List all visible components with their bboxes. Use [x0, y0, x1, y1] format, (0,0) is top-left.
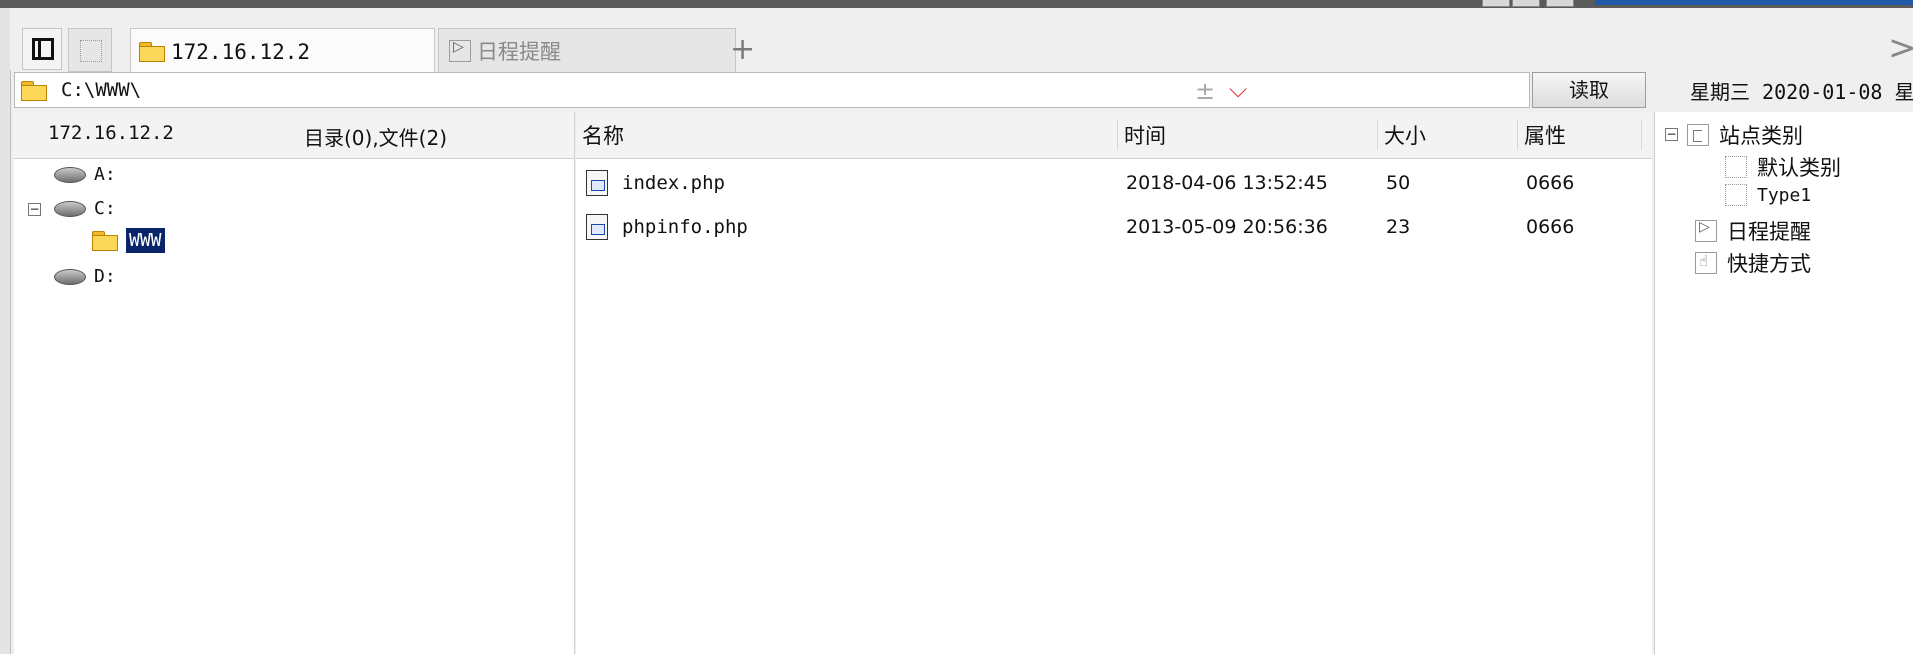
file-name: index.php	[622, 172, 725, 194]
collapse-toggle[interactable]: −	[1665, 128, 1678, 141]
file-row[interactable]: index.php 2018-04-06 13:52:45 50 0666	[576, 166, 1652, 202]
chevron-down-icon[interactable]: ⌵	[1229, 75, 1247, 103]
blank-page-icon	[80, 40, 102, 62]
minimize-button[interactable]	[1482, 0, 1510, 7]
file-time: 2018-04-06 13:52:45	[1126, 172, 1328, 194]
date-display: 星期三 2020-01-08 星	[1690, 80, 1913, 104]
drive-label: C:	[94, 198, 116, 219]
site-tree-item-label: 快捷方式	[1727, 252, 1811, 276]
file-list: 名称 时间 大小 属性 index.php 2018-04-06 13:52:4…	[576, 112, 1652, 654]
directory-tree: 172.16.12.2 目录(0),文件(2) A: − C: WWW D:	[14, 112, 575, 654]
drive-label: D:	[94, 266, 116, 287]
tree-item-drive-a[interactable]: A:	[54, 164, 116, 185]
hand-icon	[1695, 252, 1717, 274]
tab-bar: 172.16.12.2 日程提醒 + >	[10, 8, 1913, 74]
php-file-icon	[586, 170, 608, 196]
file-name: phpinfo.php	[622, 216, 748, 238]
site-tree-item-label: 默认类别	[1757, 156, 1841, 180]
window-title-strip	[0, 0, 1913, 8]
file-time: 2013-05-09 20:56:36	[1126, 216, 1328, 238]
window-left-edge	[0, 8, 11, 654]
site-tree: − 站点类别 默认类别 Type1 日程提醒 快捷方式	[1654, 112, 1913, 654]
file-size: 50	[1386, 172, 1411, 194]
php-file-icon	[586, 214, 608, 240]
dir-summary: 目录(0),文件(2)	[304, 126, 448, 150]
panel-icon	[32, 38, 54, 60]
tree-item-drive-d[interactable]: D:	[54, 266, 116, 287]
tab-host[interactable]: 172.16.12.2	[130, 28, 435, 74]
file-list-header: 名称 时间 大小 属性	[576, 112, 1652, 159]
title-accent	[1595, 0, 1913, 5]
site-tree-root-label: 站点类别	[1719, 124, 1803, 148]
drive-icon	[54, 268, 86, 285]
category-icon	[1687, 124, 1709, 146]
tab-host-label: 172.16.12.2	[171, 39, 311, 64]
blank-item-icon	[1725, 156, 1747, 178]
add-tab-button[interactable]: +	[730, 32, 755, 67]
close-button[interactable]	[1546, 0, 1574, 7]
file-size: 23	[1386, 216, 1411, 238]
tab-reminder-label: 日程提醒	[477, 39, 561, 64]
tab-blank[interactable]	[68, 28, 112, 72]
file-attr: 0666	[1526, 216, 1575, 238]
site-tree-item-label: Type1	[1757, 184, 1812, 206]
collapse-toggle[interactable]: −	[28, 203, 41, 216]
address-bar[interactable]: C:\WWW\ ± ⌵	[14, 72, 1530, 108]
column-header-attr[interactable]: 属性	[1518, 120, 1642, 150]
site-tree-item-type1[interactable]: Type1	[1725, 184, 1811, 206]
tree-item-drive-c[interactable]: C:	[54, 198, 116, 219]
clock-icon	[1695, 219, 1717, 242]
folder-icon	[139, 41, 165, 62]
address-input[interactable]: C:\WWW\	[61, 79, 141, 101]
site-tree-item-label: 日程提醒	[1727, 220, 1811, 244]
chevron-right-icon[interactable]: >	[1888, 28, 1913, 68]
column-header-size[interactable]: 大小	[1378, 120, 1518, 150]
maximize-button[interactable]	[1512, 0, 1540, 7]
clock-icon	[449, 39, 471, 62]
blank-item-icon	[1725, 184, 1747, 206]
folder-open-icon	[92, 230, 118, 251]
site-tree-item-default[interactable]: 默认类别	[1725, 152, 1841, 182]
file-attr: 0666	[1526, 172, 1575, 194]
drive-icon	[54, 166, 86, 183]
folder-icon	[21, 81, 47, 101]
host-label: 172.16.12.2	[48, 122, 174, 144]
read-button[interactable]: 读取	[1532, 72, 1646, 108]
drive-icon	[54, 200, 86, 217]
plus-minus-icon[interactable]: ±	[1195, 77, 1215, 105]
tab-reminder[interactable]: 日程提醒	[438, 28, 736, 72]
panel-toggle-button[interactable]	[22, 28, 62, 70]
column-header-time[interactable]: 时间	[1118, 120, 1378, 150]
site-tree-root[interactable]: 站点类别	[1687, 120, 1803, 150]
site-tree-item-shortcut[interactable]: 快捷方式	[1695, 248, 1811, 278]
drive-label: A:	[94, 164, 116, 185]
tree-header: 172.16.12.2 目录(0),文件(2)	[14, 112, 574, 159]
file-row[interactable]: phpinfo.php 2013-05-09 20:56:36 23 0666	[576, 210, 1652, 246]
site-tree-item-reminder[interactable]: 日程提醒	[1695, 216, 1811, 246]
selected-folder-label: WWW	[126, 228, 165, 253]
tree-item-www[interactable]: WWW	[92, 228, 165, 253]
column-header-name[interactable]: 名称	[576, 120, 1118, 150]
